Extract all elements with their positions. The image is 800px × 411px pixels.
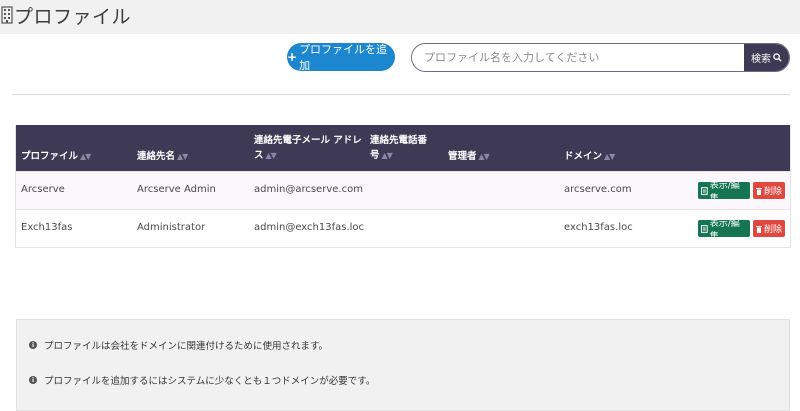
- column-header-contact-phone[interactable]: 連絡先電話番号 ▲▼: [370, 133, 427, 163]
- search-icon: [773, 53, 782, 62]
- column-header-admin[interactable]: 管理者 ▲▼: [448, 149, 490, 164]
- search-button-label: 検索: [751, 54, 771, 65]
- search-input[interactable]: [412, 44, 744, 71]
- edit-icon: [701, 186, 708, 195]
- trash-icon: [756, 225, 762, 233]
- column-header-contact-name[interactable]: 連絡先名 ▲▼: [137, 149, 188, 164]
- divider: [12, 94, 790, 95]
- sort-icon: ▲▼: [604, 152, 615, 161]
- sort-icon: ▲▼: [381, 151, 393, 160]
- edit-icon: [701, 224, 708, 233]
- add-profile-button[interactable]: + プロファイルを追加: [287, 43, 395, 72]
- plus-icon: +: [287, 50, 298, 64]
- table-header: プロファイル ▲▼ 連絡先名 ▲▼ 連絡先電子メール アドレス ▲▼ 連絡先電話番号 ▲…: [16, 125, 790, 171]
- info-line: i プロファイルは会社をドメインに関連付けるために使用されます。: [29, 338, 328, 352]
- view-edit-button[interactable]: 表示/編集: [698, 181, 750, 204]
- info-box: i プロファイルは会社をドメインに関連付けるために使用されます。 i プロファイ…: [16, 319, 790, 411]
- profile-table: プロファイル ▲▼ 連絡先名 ▲▼ 連絡先電子メール アドレス ▲▼ 連絡先電話番号 ▲…: [15, 125, 791, 248]
- building-icon: [1, 6, 13, 24]
- delete-button[interactable]: 削除: [753, 220, 785, 237]
- column-header-domain[interactable]: ドメイン ▲▼: [564, 149, 615, 164]
- view-edit-button[interactable]: 表示/編集: [698, 219, 750, 242]
- info-icon: i: [29, 376, 37, 384]
- column-header-profile[interactable]: プロファイル ▲▼: [21, 149, 91, 164]
- cell-contact-email: admin@exch13fas.loc: [254, 222, 365, 233]
- sort-icon: ▲▼: [478, 152, 490, 161]
- cell-domain: arcserve.com: [564, 184, 632, 195]
- sort-icon: ▲▼: [265, 151, 277, 160]
- page-title: プロファイル: [14, 6, 132, 28]
- cell-contact-name: Administrator: [137, 222, 206, 233]
- add-profile-label: プロファイルを追加: [299, 43, 388, 72]
- info-line: i プロファイルを追加するにはシステムに少なくとも１つドメインが必要です。: [29, 373, 375, 387]
- cell-profile: Exch13fas: [21, 222, 73, 233]
- cell-domain: exch13fas.loc: [564, 222, 633, 233]
- table-row: Arcserve Arcserve Admin admin@arcserve.c…: [16, 171, 790, 209]
- info-icon: i: [29, 341, 37, 349]
- search-button[interactable]: 検索: [744, 44, 789, 71]
- sort-icon: ▲▼: [80, 152, 91, 161]
- sort-icon: ▲▼: [177, 152, 188, 161]
- cell-contact-name: Arcserve Admin: [137, 184, 216, 195]
- cell-profile: Arcserve: [21, 184, 65, 195]
- trash-icon: [756, 187, 762, 195]
- delete-button[interactable]: 削除: [753, 182, 785, 199]
- table-row: Exch13fas Administrator admin@exch13fas.…: [16, 209, 790, 247]
- cell-contact-email: admin@arcserve.com: [254, 184, 363, 195]
- page-header: プロファイル: [0, 0, 800, 34]
- column-header-contact-email[interactable]: 連絡先電子メール アドレス ▲▼: [254, 133, 362, 163]
- search-bar: 検索: [411, 43, 790, 72]
